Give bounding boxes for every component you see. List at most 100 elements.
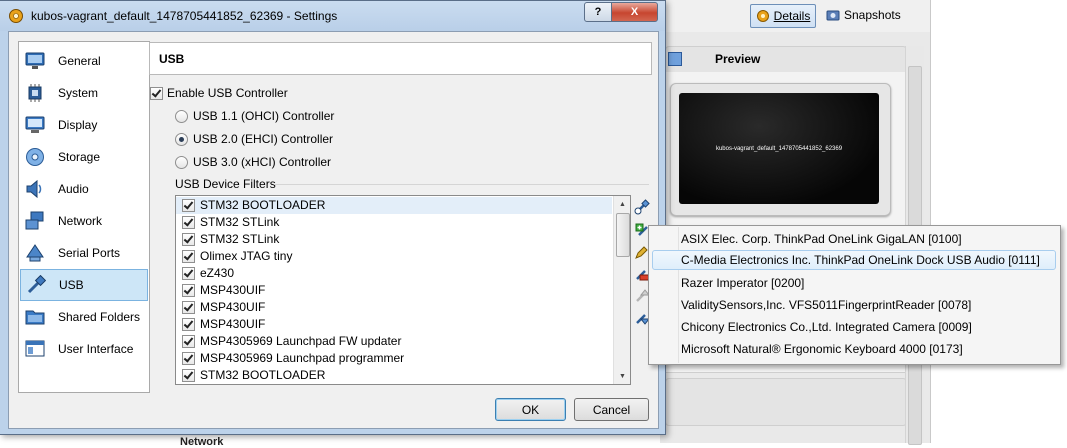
enable-usb-label[interactable]: Enable USB Controller bbox=[167, 86, 288, 100]
page-header: USB bbox=[149, 42, 652, 75]
filter-row[interactable]: STM32 BOOTLOADER bbox=[176, 197, 612, 214]
filter-label: Olimex JTAG tiny bbox=[200, 249, 293, 263]
filter-checkbox[interactable] bbox=[182, 284, 195, 297]
cancel-label: Cancel bbox=[592, 402, 631, 417]
scrollbar-thumb[interactable] bbox=[616, 213, 630, 257]
enable-usb-checkbox[interactable] bbox=[150, 87, 163, 100]
sidebar-item-label: User Interface bbox=[58, 342, 134, 356]
filter-row[interactable]: MSP430UIF bbox=[176, 282, 612, 299]
filter-checkbox[interactable] bbox=[182, 352, 195, 365]
add-empty-filter-icon[interactable] bbox=[633, 198, 651, 216]
filter-checkbox[interactable] bbox=[182, 301, 195, 314]
menu-item-usb-device[interactable]: ASIX Elec. Corp. ThinkPad OneLink GigaLA… bbox=[652, 229, 1056, 249]
sidebar-item-label: Serial Ports bbox=[58, 246, 121, 260]
filter-checkbox[interactable] bbox=[182, 233, 195, 246]
dialog-titlebar[interactable]: kubos-vagrant_default_1478705441852_6236… bbox=[0, 1, 665, 31]
help-button[interactable]: ? bbox=[584, 2, 612, 22]
filter-row[interactable]: Olimex JTAG tiny bbox=[176, 248, 612, 265]
close-button[interactable]: X bbox=[611, 2, 658, 22]
sidebar-item-usb[interactable]: USB bbox=[20, 269, 148, 301]
preview-screen: kubos-vagrant_default_1478705441852_6236… bbox=[679, 93, 879, 204]
sidebar-item-audio[interactable]: Audio bbox=[20, 173, 148, 205]
monitor-icon bbox=[24, 50, 46, 72]
cancel-button[interactable]: Cancel bbox=[574, 398, 649, 421]
sidebar-item-serial-ports[interactable]: Serial Ports bbox=[20, 237, 148, 269]
dialog-title: kubos-vagrant_default_1478705441852_6236… bbox=[31, 9, 338, 23]
usb30-label[interactable]: USB 3.0 (xHCI) Controller bbox=[193, 155, 331, 169]
settings-dialog: kubos-vagrant_default_1478705441852_6236… bbox=[0, 0, 666, 435]
filters-group-divider bbox=[274, 184, 649, 185]
scroll-down-arrow-icon[interactable]: ▼ bbox=[614, 368, 630, 384]
sidebar-item-display[interactable]: Display bbox=[20, 109, 148, 141]
filter-row[interactable]: MSP430UIF bbox=[176, 316, 612, 333]
filter-label: STM32 STLink bbox=[200, 232, 280, 246]
window-edge bbox=[930, 0, 1067, 443]
filter-label: STM32 BOOTLOADER bbox=[200, 368, 326, 382]
sidebar-item-label: Storage bbox=[58, 150, 101, 164]
filter-label: MSP430UIF bbox=[200, 283, 266, 297]
snapshots-button[interactable]: Snapshots bbox=[826, 4, 906, 26]
menu-item-label: Microsoft Natural® Ergonomic Keyboard 40… bbox=[681, 342, 963, 356]
filter-label: MSP430UIF bbox=[200, 300, 266, 314]
menu-item-label: C-Media Electronics Inc. ThinkPad OneLin… bbox=[681, 253, 1040, 267]
usb11-label[interactable]: USB 1.1 (OHCI) Controller bbox=[193, 109, 334, 123]
help-label: ? bbox=[594, 6, 602, 18]
sidebar-item-label: Network bbox=[58, 214, 103, 228]
filter-list-scrollbar[interactable]: ▲ ▼ bbox=[613, 196, 630, 384]
ok-button[interactable]: OK bbox=[495, 398, 566, 421]
sidebar-item-label: System bbox=[58, 86, 99, 100]
filter-row[interactable]: MSP430UIF bbox=[176, 299, 612, 316]
preview-header bbox=[665, 46, 907, 73]
dialog-client: General System Display Storage Audio Net… bbox=[8, 31, 659, 429]
folder-icon bbox=[24, 306, 46, 328]
filter-label: STM32 STLink bbox=[200, 215, 280, 229]
usb11-radio[interactable] bbox=[175, 110, 188, 123]
sidebar-item-shared-folders[interactable]: Shared Folders bbox=[20, 301, 148, 333]
filter-row[interactable]: STM32 BOOTLOADER bbox=[176, 367, 612, 384]
sidebar-item-system[interactable]: System bbox=[20, 77, 148, 109]
menu-item-label: Chicony Electronics Co.,Ltd. Integrated … bbox=[681, 320, 972, 334]
filter-checkbox[interactable] bbox=[182, 369, 195, 382]
filter-row[interactable]: STM32 STLink bbox=[176, 231, 612, 248]
filter-row[interactable]: MSP4305969 Launchpad programmer bbox=[176, 350, 612, 367]
menu-item-usb-device[interactable]: Razer Imperator [0200] bbox=[652, 273, 1056, 293]
usb20-radio[interactable] bbox=[175, 133, 188, 146]
details-section-box bbox=[665, 378, 907, 426]
sidebar-item-user-interface[interactable]: User Interface bbox=[20, 333, 148, 365]
network-section-label: Network bbox=[180, 436, 224, 448]
settings-sidebar: General System Display Storage Audio Net… bbox=[18, 41, 150, 393]
speaker-icon bbox=[24, 178, 46, 200]
details-label: Details bbox=[773, 9, 811, 23]
menu-item-label: ASIX Elec. Corp. ThinkPad OneLink GigaLA… bbox=[681, 232, 962, 246]
menu-item-usb-device[interactable]: Chicony Electronics Co.,Ltd. Integrated … bbox=[652, 317, 1056, 337]
usb-filter-list[interactable]: STM32 BOOTLOADER STM32 STLink STM32 STLi… bbox=[175, 195, 631, 385]
settings-gear-icon bbox=[9, 9, 23, 23]
scroll-up-arrow-icon[interactable]: ▲ bbox=[614, 196, 630, 212]
filter-row[interactable]: MSP4305969 Launchpad FW updater bbox=[176, 333, 612, 350]
monitor-icon bbox=[668, 52, 682, 66]
usb-device-menu: ASIX Elec. Corp. ThinkPad OneLink GigaLA… bbox=[648, 225, 1061, 365]
usb20-label[interactable]: USB 2.0 (EHCI) Controller bbox=[193, 132, 333, 146]
filter-checkbox[interactable] bbox=[182, 216, 195, 229]
filter-checkbox[interactable] bbox=[182, 318, 195, 331]
filter-row[interactable]: STM32 STLink bbox=[176, 214, 612, 231]
details-button[interactable]: Details bbox=[750, 4, 816, 28]
filter-checkbox[interactable] bbox=[182, 199, 195, 212]
serial-port-icon bbox=[24, 242, 46, 264]
menu-item-usb-device[interactable]: Microsoft Natural® Ergonomic Keyboard 40… bbox=[652, 339, 1056, 359]
sidebar-item-network[interactable]: Network bbox=[20, 205, 148, 237]
sidebar-item-storage[interactable]: Storage bbox=[20, 141, 148, 173]
sidebar-item-label: Shared Folders bbox=[58, 310, 141, 324]
filter-checkbox[interactable] bbox=[182, 250, 195, 263]
close-icon: X bbox=[630, 6, 639, 18]
sidebar-item-label: General bbox=[58, 54, 101, 68]
snapshots-label: Snapshots bbox=[844, 8, 901, 22]
menu-item-usb-device[interactable]: ValiditySensors,Inc. VFS5011FingerprintR… bbox=[652, 295, 1056, 315]
filter-row[interactable]: eZ430 bbox=[176, 265, 612, 282]
usb30-radio[interactable] bbox=[175, 156, 188, 169]
filter-checkbox[interactable] bbox=[182, 335, 195, 348]
sidebar-item-general[interactable]: General bbox=[20, 45, 148, 77]
filter-checkbox[interactable] bbox=[182, 267, 195, 280]
menu-item-usb-device[interactable]: C-Media Electronics Inc. ThinkPad OneLin… bbox=[652, 250, 1056, 270]
chip-icon bbox=[24, 82, 46, 104]
